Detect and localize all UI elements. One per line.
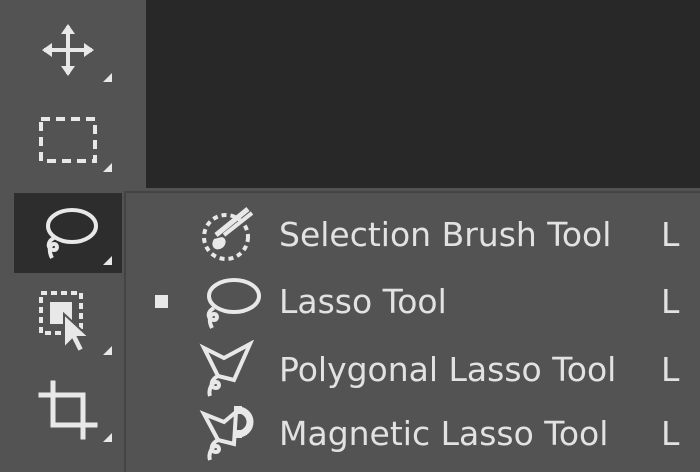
selection-brush-icon <box>194 205 270 265</box>
tools-panel <box>0 0 128 470</box>
selected-indicator <box>155 295 168 308</box>
flyout-indicator-icon <box>103 346 112 355</box>
marquee-icon <box>38 116 98 164</box>
menu-item-shortcut: L <box>661 414 680 453</box>
lasso-tool-button[interactable] <box>14 193 122 273</box>
object-selection-tool-button[interactable] <box>14 283 122 363</box>
crop-icon <box>37 379 99 441</box>
menu-item-shortcut: L <box>661 215 680 254</box>
menu-item-selection-brush-tool[interactable]: Selection Brush Tool L <box>126 201 700 267</box>
crop-tool-button[interactable] <box>14 370 122 450</box>
menu-item-lasso-tool[interactable]: Lasso Tool L <box>126 268 700 334</box>
menu-item-magnetic-lasso-tool[interactable]: Magnetic Lasso Tool L <box>126 400 700 466</box>
menu-item-shortcut: L <box>661 350 680 389</box>
magnetic-lasso-icon <box>194 404 270 464</box>
menu-item-label: Selection Brush Tool <box>279 215 612 254</box>
flyout-indicator-icon <box>103 163 112 172</box>
menu-item-label: Polygonal Lasso Tool <box>279 350 617 389</box>
move-tool-button[interactable] <box>14 10 122 90</box>
move-icon <box>40 22 96 78</box>
menu-item-label: Magnetic Lasso Tool <box>279 414 609 453</box>
lasso-tools-flyout-menu: Selection Brush Tool L Lasso Tool L Poly… <box>124 191 700 472</box>
flyout-indicator-icon <box>103 73 112 82</box>
menu-item-shortcut: L <box>661 282 680 321</box>
polygonal-lasso-icon <box>194 339 270 400</box>
menu-item-polygonal-lasso-tool[interactable]: Polygonal Lasso Tool L <box>126 336 700 402</box>
lasso-icon <box>36 204 100 262</box>
flyout-indicator-icon <box>103 433 112 442</box>
lasso-icon <box>194 272 270 332</box>
document-canvas <box>146 0 700 188</box>
object-selection-icon <box>38 290 98 356</box>
flyout-indicator-icon <box>103 256 112 265</box>
menu-item-label: Lasso Tool <box>279 282 447 321</box>
rectangular-marquee-tool-button[interactable] <box>14 100 122 180</box>
